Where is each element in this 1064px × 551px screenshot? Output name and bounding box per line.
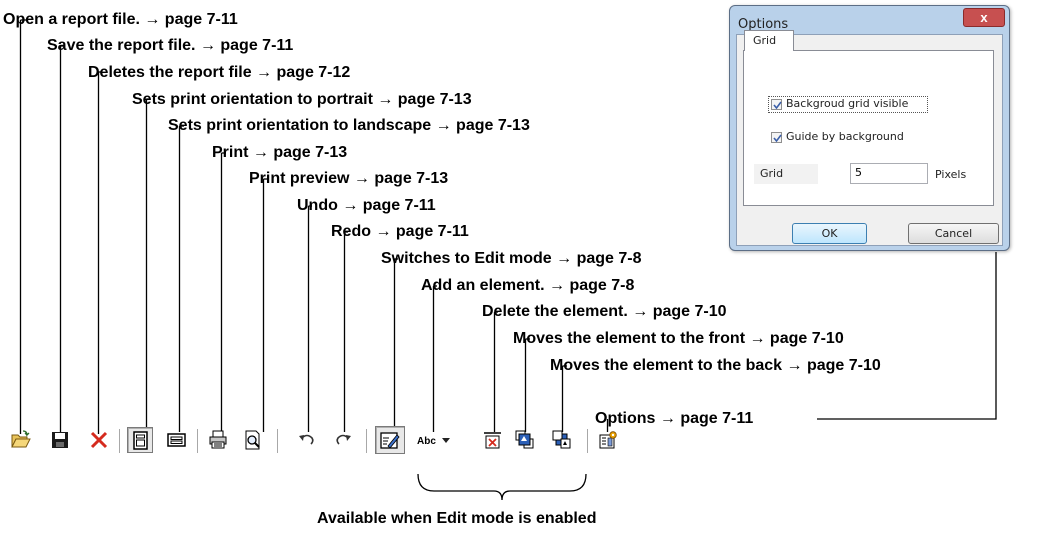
label-front: Moves the element to the front → page 7-… [513, 330, 844, 347]
label-redo: Redo → page 7-11 [331, 223, 469, 240]
label-undo: Undo → page 7-11 [297, 197, 436, 214]
portrait-button[interactable] [127, 427, 153, 453]
close-button[interactable]: x [963, 8, 1005, 27]
toolbar-separator [197, 429, 199, 453]
guide-by-background-checkbox[interactable] [771, 132, 782, 143]
add-text-element-icon: Abc [417, 436, 436, 447]
grid-size-label: Grid [760, 167, 784, 180]
label-preview: Print preview → page 7-13 [249, 170, 449, 187]
edit-mode-note: Available when Edit mode is enabled [317, 510, 597, 527]
landscape-button[interactable] [164, 427, 190, 453]
options-icon [599, 431, 617, 449]
options-button[interactable] [595, 427, 621, 453]
dropdown-arrow-icon [442, 438, 450, 443]
delete-element-icon [484, 432, 501, 449]
tab-grid-label: Grid [753, 34, 777, 47]
label-delete: Deletes the report file → page 7-12 [88, 64, 351, 81]
toolbar-separator [366, 429, 368, 453]
add-element-button[interactable]: Abc [413, 427, 439, 453]
redo-button[interactable] [330, 427, 356, 453]
label-add: Add an element. → page 7-8 [421, 277, 635, 294]
edit-mode-button[interactable] [375, 426, 405, 454]
edit-mode-brace [417, 473, 587, 501]
print-preview-icon [245, 430, 260, 450]
open-folder-icon [11, 430, 31, 448]
ok-button[interactable]: OK [792, 223, 867, 244]
figure: Open a report file. → page 7-11 Save the… [0, 0, 1064, 551]
add-element-dropdown[interactable] [438, 427, 454, 453]
send-to-back-button[interactable] [549, 427, 575, 453]
label-portrait: Sets print orientation to portrait → pag… [132, 91, 472, 108]
label-open: Open a report file. → page 7-11 [3, 11, 238, 28]
label-delete-element: Delete the element. → page 7-10 [482, 303, 727, 320]
options-dialog: Options x Grid Backgroud grid visible Gu… [729, 5, 1010, 251]
printer-icon [209, 430, 227, 449]
background-grid-checkbox[interactable] [771, 99, 782, 110]
label-save: Save the report file. → page 7-11 [47, 37, 294, 54]
close-icon: x [980, 10, 988, 25]
guide-by-background-label: Guide by background [786, 130, 904, 143]
background-grid-label: Backgroud grid visible [786, 97, 909, 110]
delete-file-button[interactable] [86, 427, 112, 453]
print-preview-button[interactable] [240, 427, 266, 453]
redo-icon [336, 434, 351, 445]
bring-to-front-button[interactable] [512, 427, 538, 453]
edit-mode-icon [380, 432, 400, 449]
landscape-icon [167, 433, 186, 447]
cancel-button[interactable]: Cancel [908, 223, 999, 244]
grid-size-input[interactable]: 5 [850, 163, 928, 184]
toolbar-separator [277, 429, 279, 453]
tab-grid[interactable]: Grid [744, 30, 794, 51]
delete-x-icon [90, 431, 108, 449]
delete-element-button[interactable] [480, 427, 506, 453]
label-landscape: Sets print orientation to landscape → pa… [168, 117, 530, 134]
label-edit-mode: Switches to Edit mode → page 7-8 [381, 250, 642, 267]
toolbar-separator [119, 429, 121, 453]
label-print: Print → page 7-13 [212, 144, 348, 161]
portrait-icon [133, 431, 148, 450]
save-button[interactable] [47, 427, 73, 453]
bring-to-front-icon [515, 430, 534, 449]
undo-icon [299, 434, 314, 445]
save-disk-icon [52, 432, 68, 448]
label-options: Options → page 7-11 [595, 410, 754, 427]
toolbar-separator [587, 429, 589, 453]
undo-button[interactable] [294, 427, 320, 453]
open-button[interactable] [8, 427, 34, 453]
checkmark-icon [773, 101, 782, 110]
svg-text:Abc: Abc [417, 436, 436, 447]
checkmark-icon [773, 134, 782, 143]
send-to-back-icon [552, 430, 571, 449]
print-button[interactable] [205, 427, 231, 453]
label-back: Moves the element to the back → page 7-1… [550, 357, 881, 374]
grid-unit-label: Pixels [935, 168, 967, 181]
